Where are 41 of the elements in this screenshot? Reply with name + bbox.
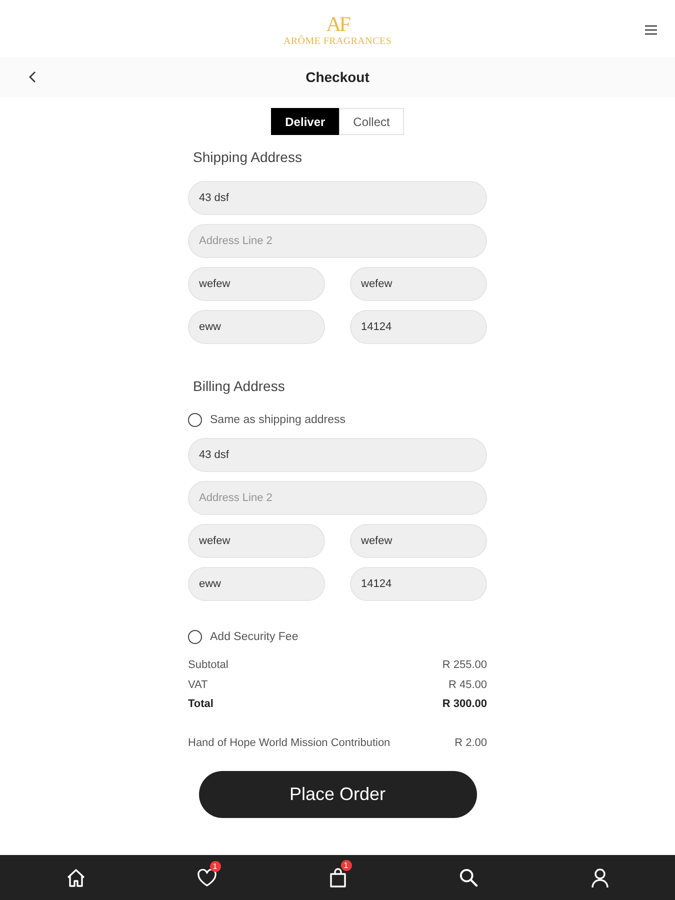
input-field[interactable]: 43 dsf [188,181,487,215]
back-icon[interactable] [29,71,36,83]
contribution-label: Hand of Hope World Mission Contribution [188,736,390,750]
input-field[interactable]: 14124 [350,567,487,601]
count-badge: 1 [340,860,352,870]
input-field[interactable]: Address Line 2 [188,224,487,258]
input-field[interactable]: 43 dsf [188,438,487,472]
radio-button[interactable] [188,413,202,427]
delivery-tab[interactable]: Collect [339,108,404,135]
delivery-tab[interactable]: Deliver [271,108,340,135]
summary-label: Total [188,697,214,712]
radio-button[interactable] [188,630,202,644]
section-title: Billing Address [192,377,286,395]
home-icon[interactable] [66,868,86,888]
input-field[interactable]: eww [188,567,325,601]
input-field[interactable]: wefew [188,267,325,301]
summary-amount: R 255.00 [442,658,487,673]
input-field[interactable]: wefew [350,524,487,558]
summary-amount: R 300.00 [442,697,487,712]
radio-label: Same as shipping address [210,414,346,426]
summary-amount: R 45.00 [448,678,487,692]
input-field[interactable]: 14124 [350,310,487,344]
page-title: Checkout [306,69,370,85]
brand-monogram: AF [326,12,349,34]
shopping-bag-icon[interactable] [328,868,346,888]
summary-label: VAT [188,678,208,692]
count-badge: 1 [210,860,220,872]
heart-icon[interactable] [196,868,216,886]
place-order-button[interactable]: Place Order [198,771,476,818]
brand-name: ARÔME FRAGRANCES [284,34,392,48]
menu-icon[interactable] [645,25,657,35]
input-field[interactable]: wefew [350,267,487,301]
radio-label: Add Security Fee [210,631,298,643]
input-field[interactable]: Address Line 2 [188,481,487,515]
contribution-amount: R 2.00 [454,736,487,750]
input-field[interactable]: wefew [188,524,325,558]
search-icon[interactable] [459,868,478,887]
input-field[interactable]: eww [188,310,325,344]
user-icon[interactable] [590,868,608,888]
section-title: Shipping Address [192,148,303,166]
summary-label: Subtotal [188,658,228,673]
